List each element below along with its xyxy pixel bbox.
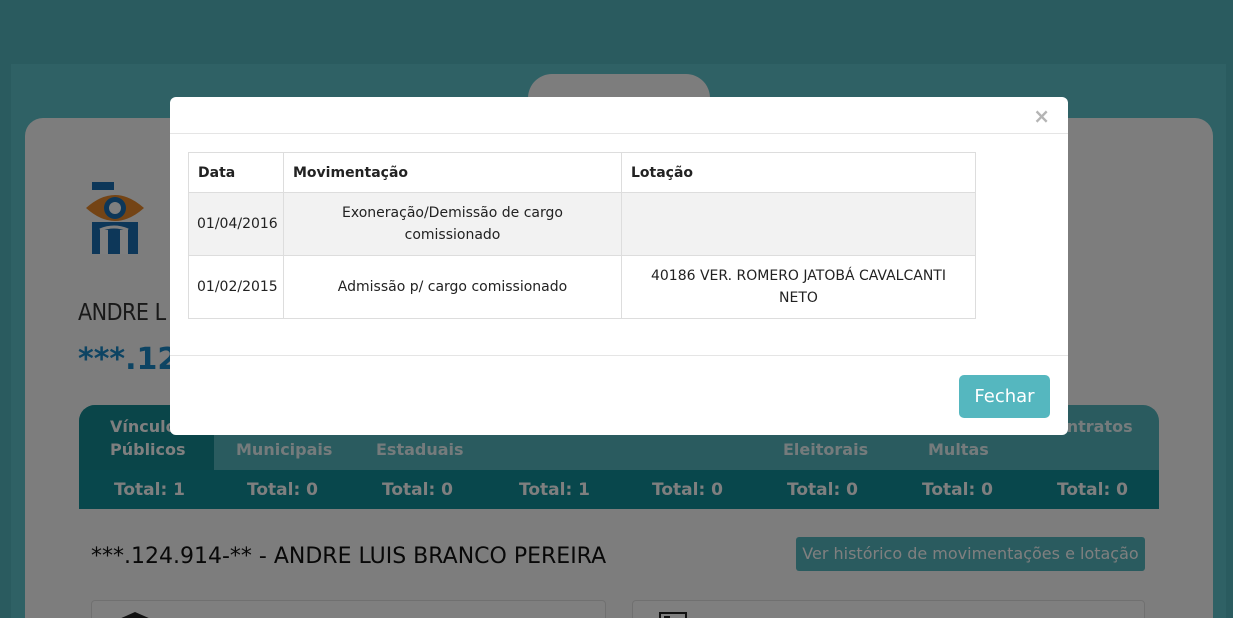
modal-header: × — [170, 97, 1068, 134]
cell-data: 01/04/2016 — [188, 192, 284, 256]
cell-lotacao: 40186 VER. ROMERO JATOBÁ CAVALCANTI NETO — [621, 255, 976, 319]
history-table: Data Movimentação Lotação 01/04/2016 Exo… — [188, 152, 976, 319]
column-header-data: Data — [188, 152, 284, 193]
table-header-row: Data Movimentação Lotação — [188, 152, 976, 193]
cell-movimentacao: Exoneração/Demissão de cargo comissionad… — [283, 192, 622, 256]
modal-body: Data Movimentação Lotação 01/04/2016 Exo… — [188, 152, 976, 319]
table-row: 01/02/2015 Admissão p/ cargo comissionad… — [188, 255, 976, 319]
column-header-movimentacao: Movimentação — [283, 152, 622, 193]
history-modal: × Data Movimentação Lotação 01/04/2016 E… — [170, 97, 1068, 435]
column-header-lotacao: Lotação — [621, 152, 976, 193]
modal-footer: Fechar — [170, 355, 1068, 435]
cell-movimentacao: Admissão p/ cargo comissionado — [283, 255, 622, 319]
cell-lotacao — [621, 192, 976, 256]
cell-data: 01/02/2015 — [188, 255, 284, 319]
close-icon[interactable]: × — [1033, 106, 1050, 126]
close-button[interactable]: Fechar — [959, 375, 1050, 418]
table-row: 01/04/2016 Exoneração/Demissão de cargo … — [188, 192, 976, 256]
